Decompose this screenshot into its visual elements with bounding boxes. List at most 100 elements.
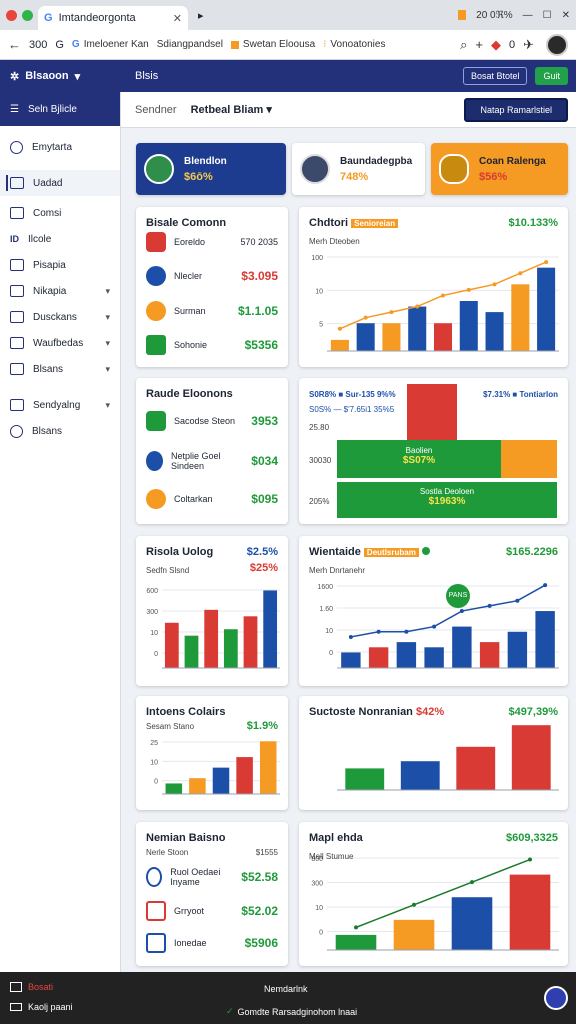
- list-item[interactable]: Ruol Oedaei Inyame $52.58: [146, 864, 278, 890]
- sidebar-item-1[interactable]: Uadad: [0, 170, 120, 196]
- list-item[interactable]: Grryoot $52.02: [146, 898, 278, 924]
- check-icon: [10, 311, 24, 323]
- chart-bar: [164, 622, 179, 668]
- chart-legend: Deutlsrubam: [363, 548, 419, 557]
- kpi-card-1[interactable]: Blendlon $6ō%: [136, 143, 286, 195]
- kpi-value: 748%: [340, 170, 369, 183]
- chart-title: Suctoste Nonranian $42%: [309, 706, 445, 718]
- chart-bar: [452, 626, 472, 668]
- chart-legend: $7.31% ■ Tontiarlon: [483, 390, 558, 399]
- sidebar-item-3[interactable]: ID Ilcole: [0, 226, 120, 252]
- restore-icon[interactable]: ☐: [543, 10, 552, 21]
- chart-point: [528, 857, 532, 862]
- play-icon: [146, 266, 166, 286]
- url-text[interactable]: 300: [29, 39, 47, 51]
- close-window-icon[interactable]: [6, 9, 17, 21]
- y-tick-label: 0: [154, 651, 158, 658]
- share-icon[interactable]: ✈: [523, 37, 534, 53]
- notification-count: 0: [508, 38, 516, 51]
- bottom-center: Nemdarlnk: [264, 984, 308, 994]
- chart-bar: [501, 440, 557, 478]
- toolbar-select[interactable]: Retbeal Bliam ▾: [191, 103, 272, 116]
- kpi-card-2[interactable]: Baundadegpba 748%: [292, 143, 425, 195]
- chart-bar: [341, 652, 361, 668]
- card-subvalue: $1555: [255, 848, 278, 857]
- new-tab-icon[interactable]: ▸: [198, 9, 204, 22]
- list-item[interactable]: Sohonie $5356: [146, 332, 278, 358]
- list-card-1: Bisale Comonn Eoreldo 570 2035 Nlecler $3.…: [136, 207, 288, 367]
- bookmark-4[interactable]: ⁝ Vonoatonies: [323, 39, 385, 50]
- page-title: Blsis: [135, 70, 159, 82]
- chart-title: Wientaide Deutlsrubam: [309, 546, 430, 558]
- notification-icon[interactable]: ◆: [491, 37, 501, 53]
- browser-tab[interactable]: G Imtandeorgonta ✕: [38, 6, 188, 30]
- kpi-card-3[interactable]: Coan Ralenga $56%: [431, 143, 568, 195]
- chart-bar: [433, 323, 453, 351]
- list-icon: [10, 177, 24, 189]
- brand[interactable]: ✲ Blsaoon ▾: [0, 70, 121, 83]
- list-item[interactable]: Eoreldo 570 2035: [146, 229, 278, 255]
- sidebar-item-10[interactable]: Blsans: [0, 418, 120, 444]
- list-item[interactable]: Nlecler $3.095: [146, 263, 278, 289]
- doc-icon: [10, 207, 24, 219]
- close-icon[interactable]: ✕: [562, 10, 570, 21]
- square-icon: [10, 259, 24, 271]
- list-item[interactable]: Surman $1.1.05: [146, 298, 278, 324]
- y-tick-label: 10: [315, 905, 323, 912]
- sidebar-item-8[interactable]: Blsans ▾: [0, 356, 120, 382]
- search-icon[interactable]: ⌕: [460, 37, 467, 53]
- nav-button[interactable]: Bosat Btotel: [462, 67, 528, 85]
- sidebar-item-5[interactable]: Nikapia ▾: [0, 278, 120, 304]
- chart-bar: [507, 631, 528, 668]
- chart-line: [355, 858, 531, 929]
- chart-point: [543, 583, 548, 588]
- sidebar-item-9[interactable]: Sendyalng ▾: [0, 392, 120, 418]
- toolbar-button[interactable]: Natap Ramarlstiel: [464, 97, 568, 122]
- bookmark-3[interactable]: Swetan Eloousa: [230, 39, 315, 50]
- content-toolbar: Sendner Retbeal Bliam ▾ Natap Ramarlstie…: [121, 92, 576, 128]
- close-tab-icon[interactable]: ✕: [173, 12, 182, 25]
- chart-card-6: Suctoste Nonranian $42% $497,39%: [299, 696, 568, 810]
- chart-bar: [223, 629, 238, 668]
- chart-subtitle: Merh Dnrtanehr: [309, 566, 366, 575]
- y-tick-label: 10: [315, 288, 323, 295]
- chevron-down-icon: ▾: [105, 311, 110, 322]
- chart-bar: [345, 768, 385, 790]
- folder-icon: ⁝: [323, 39, 327, 50]
- card-title: Bisale Comonn: [146, 217, 227, 229]
- chart-bar: [509, 874, 551, 950]
- chart-value: $1.9%: [246, 720, 278, 732]
- sidebar-item-2[interactable]: Comsi: [0, 200, 120, 226]
- chart-point: [466, 287, 471, 292]
- chart-bar: [189, 778, 206, 794]
- avatar[interactable]: [546, 33, 568, 56]
- chart-bar: [212, 767, 230, 794]
- nav-green-button[interactable]: Guit: [535, 67, 568, 85]
- sidebar-header[interactable]: ☰ Seln Bjlicle: [0, 92, 120, 126]
- chart-title: Risola Uolog: [146, 546, 214, 558]
- extension-icon[interactable]: [458, 10, 467, 20]
- plus-icon[interactable]: +: [475, 37, 483, 52]
- y-tick-label: 1.60: [319, 606, 333, 613]
- globe-icon: [146, 867, 163, 887]
- sidebar-item-4[interactable]: Pisapia: [0, 252, 120, 278]
- list-item[interactable]: Coltarkan $095: [146, 486, 278, 512]
- list-item[interactable]: Sacodse Steon 3953: [146, 408, 278, 434]
- list-item[interactable]: Netplie Goel Sindeen $034: [146, 448, 278, 474]
- back-arrow-icon[interactable]: ←: [8, 37, 21, 52]
- bookmark-2[interactable]: Sdiangpandsel: [157, 39, 223, 50]
- kpi-title: Coan Ralenga: [479, 155, 546, 167]
- sidebar-item-0[interactable]: Emytarta: [0, 134, 120, 160]
- bookmark-1[interactable]: G Imeloener Kan: [72, 39, 149, 50]
- status: Kaolj paani: [10, 1002, 73, 1012]
- address-bar: ← 300 G G Imeloener Kan Sdiangpandsel Swe…: [0, 30, 576, 60]
- help-button[interactable]: [544, 986, 568, 1010]
- sidebar-item-6[interactable]: Dusckans ▾: [0, 304, 120, 330]
- chart-card-7: 800 300 10 0 Mapl ehda $609,3325 Mell Stumu…: [299, 822, 568, 966]
- minimize-icon[interactable]: —: [523, 10, 533, 21]
- maximize-window-icon[interactable]: [22, 9, 33, 21]
- building-icon: [146, 335, 166, 355]
- sidebar-item-7[interactable]: Waufbedas ▾: [0, 330, 120, 356]
- list-item[interactable]: Ionedae $5906: [146, 930, 278, 956]
- sun-icon: [146, 301, 166, 321]
